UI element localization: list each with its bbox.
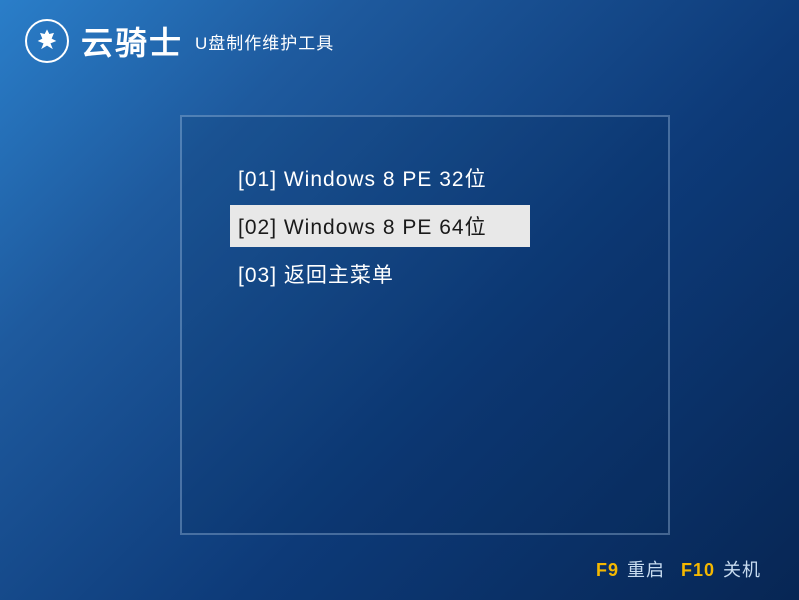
- logo-circle: [25, 19, 69, 63]
- f10-label: 关机: [723, 556, 761, 582]
- f9-key: F9: [596, 560, 619, 581]
- menu-list: [01] Windows 8 PE 32位 [02] Windows 8 PE 6…: [230, 157, 668, 295]
- footer-hints: F9 重启 F10 关机: [596, 556, 769, 582]
- brand-name: 云骑士: [81, 18, 183, 64]
- knight-icon: [33, 27, 61, 55]
- header: 云骑士 U盘制作维护工具: [0, 0, 799, 82]
- boot-menu-panel: [01] Windows 8 PE 32位 [02] Windows 8 PE 6…: [180, 115, 670, 535]
- menu-item-1[interactable]: [02] Windows 8 PE 64位: [230, 205, 530, 247]
- menu-item-0[interactable]: [01] Windows 8 PE 32位: [230, 157, 530, 199]
- f10-key: F10: [681, 560, 715, 581]
- menu-item-2[interactable]: [03] 返回主菜单: [230, 253, 530, 295]
- subtitle: U盘制作维护工具: [195, 29, 334, 54]
- f9-label: 重启: [627, 556, 665, 582]
